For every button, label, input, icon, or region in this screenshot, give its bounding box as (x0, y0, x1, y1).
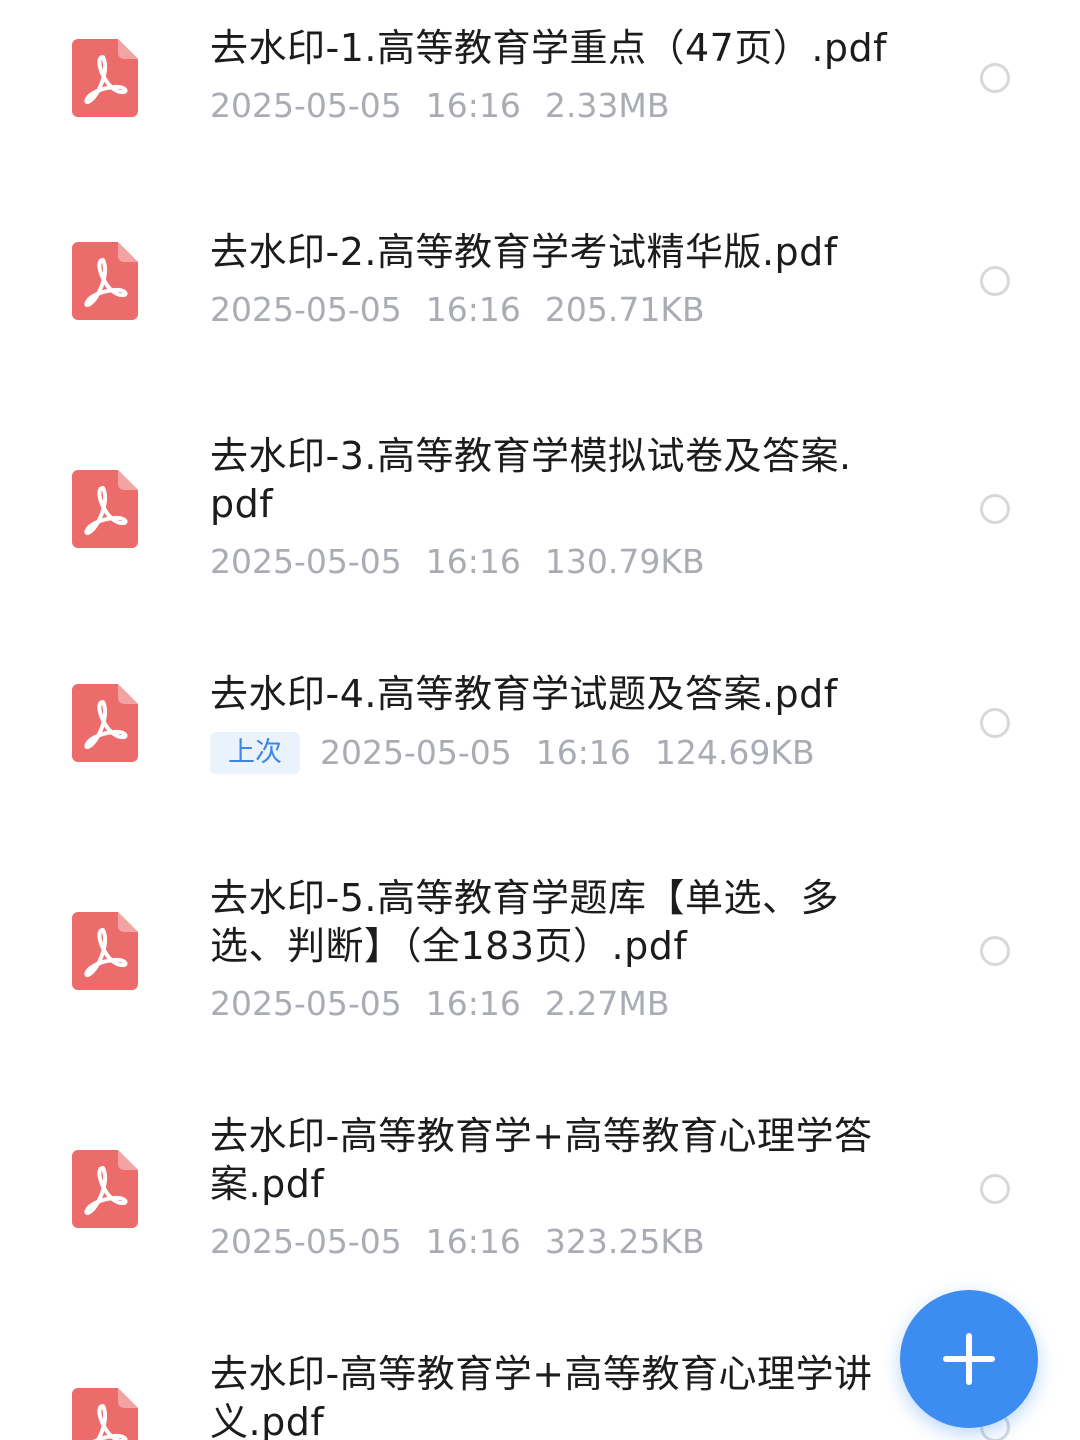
file-name: 去水印-4.高等教育学试题及答案.pdf (210, 672, 838, 716)
select-radio-icon[interactable] (980, 266, 1010, 296)
file-date: 2025-05-05 (210, 542, 402, 581)
plus-icon-stroke (966, 1333, 972, 1385)
file-text: 去水印-5.高等教育学题库【单选、多选、判断】（全183页）.pdf 2025-… (210, 874, 900, 1024)
file-size: 2.27MB (544, 984, 670, 1023)
file-time: 16:16 (425, 542, 521, 581)
file-meta: 2025-05-05 16:16 2.33MB (210, 86, 910, 126)
file-text: 去水印-3.高等教育学模拟试卷及答案.pdf 2025-05-05 16:16 … (210, 432, 870, 582)
pdf-file-icon (72, 1150, 138, 1228)
pdf-file-icon (72, 39, 138, 117)
file-time: 16:16 (425, 290, 521, 329)
file-date: 2025-05-05 (320, 733, 512, 772)
select-radio-icon[interactable] (980, 63, 1010, 93)
file-time: 16:16 (425, 86, 521, 125)
file-meta: 上次 2025-05-05 16:16 124.69KB (210, 732, 910, 774)
pdf-file-icon (72, 470, 138, 548)
file-meta: 2025-05-05 16:16 205.71KB (210, 290, 910, 330)
file-size: 323.25KB (544, 1222, 705, 1261)
file-name: 去水印-高等教育学+高等教育心理学讲义.pdf (210, 1352, 873, 1440)
file-time: 16:16 (425, 1222, 521, 1261)
file-list: 去水印-1.高等教育学重点（47页）.pdf 2025-05-05 16:16 … (0, 0, 1080, 1440)
last-opened-badge: 上次 (210, 732, 300, 774)
file-name: 去水印-高等教育学+高等教育心理学答案.pdf (210, 1114, 873, 1206)
add-button[interactable] (900, 1290, 1038, 1428)
file-date: 2025-05-05 (210, 290, 402, 329)
file-name: 去水印-3.高等教育学模拟试卷及答案.pdf (210, 434, 852, 526)
file-meta: 2025-05-05 16:16 2.27MB (210, 984, 900, 1024)
file-text: 去水印-4.高等教育学试题及答案.pdf 上次 2025-05-05 16:16… (210, 670, 910, 774)
file-size: 124.69KB (654, 733, 815, 772)
pdf-file-icon (72, 912, 138, 990)
select-radio-icon[interactable] (980, 708, 1010, 738)
file-text: 去水印-2.高等教育学考试精华版.pdf 2025-05-05 16:16 20… (210, 228, 910, 330)
file-time: 16:16 (425, 984, 521, 1023)
file-meta: 2025-05-05 16:16 130.79KB (210, 542, 870, 582)
pdf-file-icon (72, 242, 138, 320)
file-size: 2.33MB (544, 86, 670, 125)
file-text: 去水印-1.高等教育学重点（47页）.pdf 2025-05-05 16:16 … (210, 24, 910, 126)
file-text: 去水印-高等教育学+高等教育心理学讲义.pdf (210, 1350, 900, 1440)
file-text: 去水印-高等教育学+高等教育心理学答案.pdf 2025-05-05 16:16… (210, 1112, 900, 1262)
file-date: 2025-05-05 (210, 984, 402, 1023)
select-radio-icon[interactable] (980, 936, 1010, 966)
pdf-file-icon (72, 1388, 138, 1440)
file-name: 去水印-1.高等教育学重点（47页）.pdf (210, 26, 888, 70)
file-meta: 2025-05-05 16:16 323.25KB (210, 1222, 900, 1262)
file-date: 2025-05-05 (210, 1222, 402, 1261)
file-name: 去水印-5.高等教育学题库【单选、多选、判断】（全183页）.pdf (210, 876, 839, 968)
file-name: 去水印-2.高等教育学考试精华版.pdf (210, 230, 838, 274)
select-radio-icon[interactable] (980, 1174, 1010, 1204)
file-size: 130.79KB (544, 542, 705, 581)
select-radio-icon[interactable] (980, 494, 1010, 524)
file-date: 2025-05-05 (210, 86, 402, 125)
file-time: 16:16 (535, 733, 631, 772)
file-size: 205.71KB (544, 290, 705, 329)
pdf-file-icon (72, 684, 138, 762)
